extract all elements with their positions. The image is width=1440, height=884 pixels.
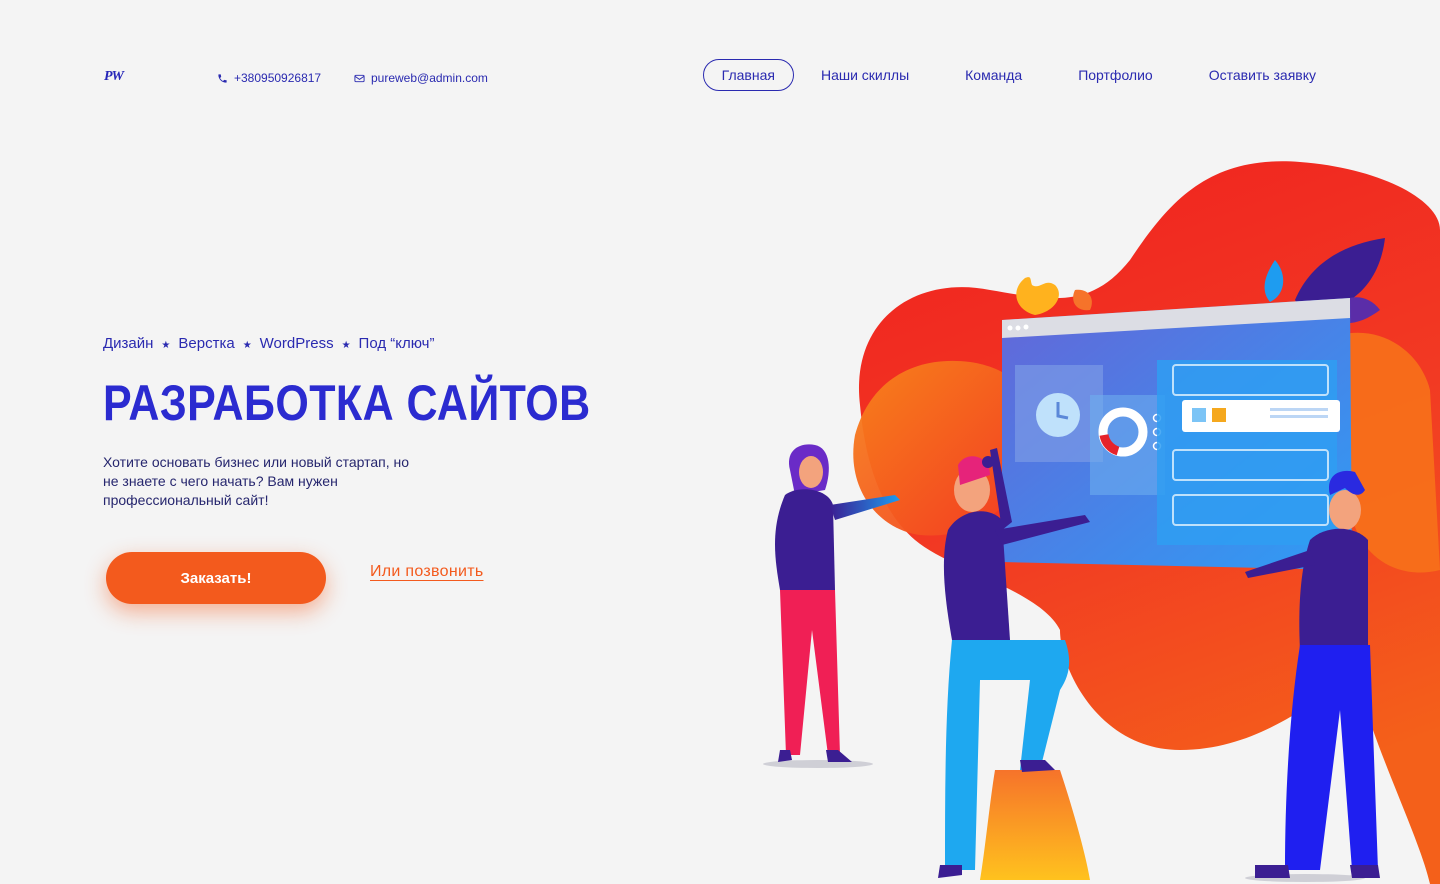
star-icon: ★	[161, 339, 171, 351]
page-title: РАЗРАБОТКА САЙТОВ	[103, 375, 591, 431]
nav-home[interactable]: Главная	[702, 59, 794, 91]
email-address: pureweb@admin.com	[371, 71, 488, 85]
main-nav: Главная Наши скиллы Команда Портфолио Ос…	[695, 59, 1335, 91]
team-building-website-illustration	[763, 161, 1440, 884]
call-link[interactable]: Или позвонить	[370, 563, 484, 581]
logo[interactable]: PW	[104, 69, 124, 85]
star-icon: ★	[341, 339, 351, 351]
envelope-icon	[354, 74, 365, 82]
phone-number: +380950926817	[234, 71, 322, 85]
phone-contact[interactable]: +380950926817	[217, 71, 321, 85]
phone-icon	[218, 73, 227, 83]
service-tags: Дизайн ★ Верстка ★ WordPress ★ Под “ключ…	[103, 335, 434, 352]
nav-skills[interactable]: Наши скиллы	[802, 59, 928, 91]
tag-design: Дизайн	[103, 335, 154, 352]
nav-request[interactable]: Оставить заявку	[1190, 59, 1335, 91]
hero-subtitle: Хотите основать бизнес или новый стартап…	[103, 454, 410, 508]
tag-markup: Верстка	[178, 335, 235, 352]
nav-portfolio[interactable]: Портфолио	[1059, 59, 1172, 91]
nav-team[interactable]: Команда	[946, 59, 1041, 91]
star-icon: ★	[242, 339, 252, 351]
tag-turnkey: Под “ключ”	[358, 335, 435, 352]
order-button[interactable]: Заказать!	[106, 552, 326, 604]
tag-wordpress: WordPress	[259, 335, 334, 352]
email-contact[interactable]: pureweb@admin.com	[354, 71, 488, 85]
